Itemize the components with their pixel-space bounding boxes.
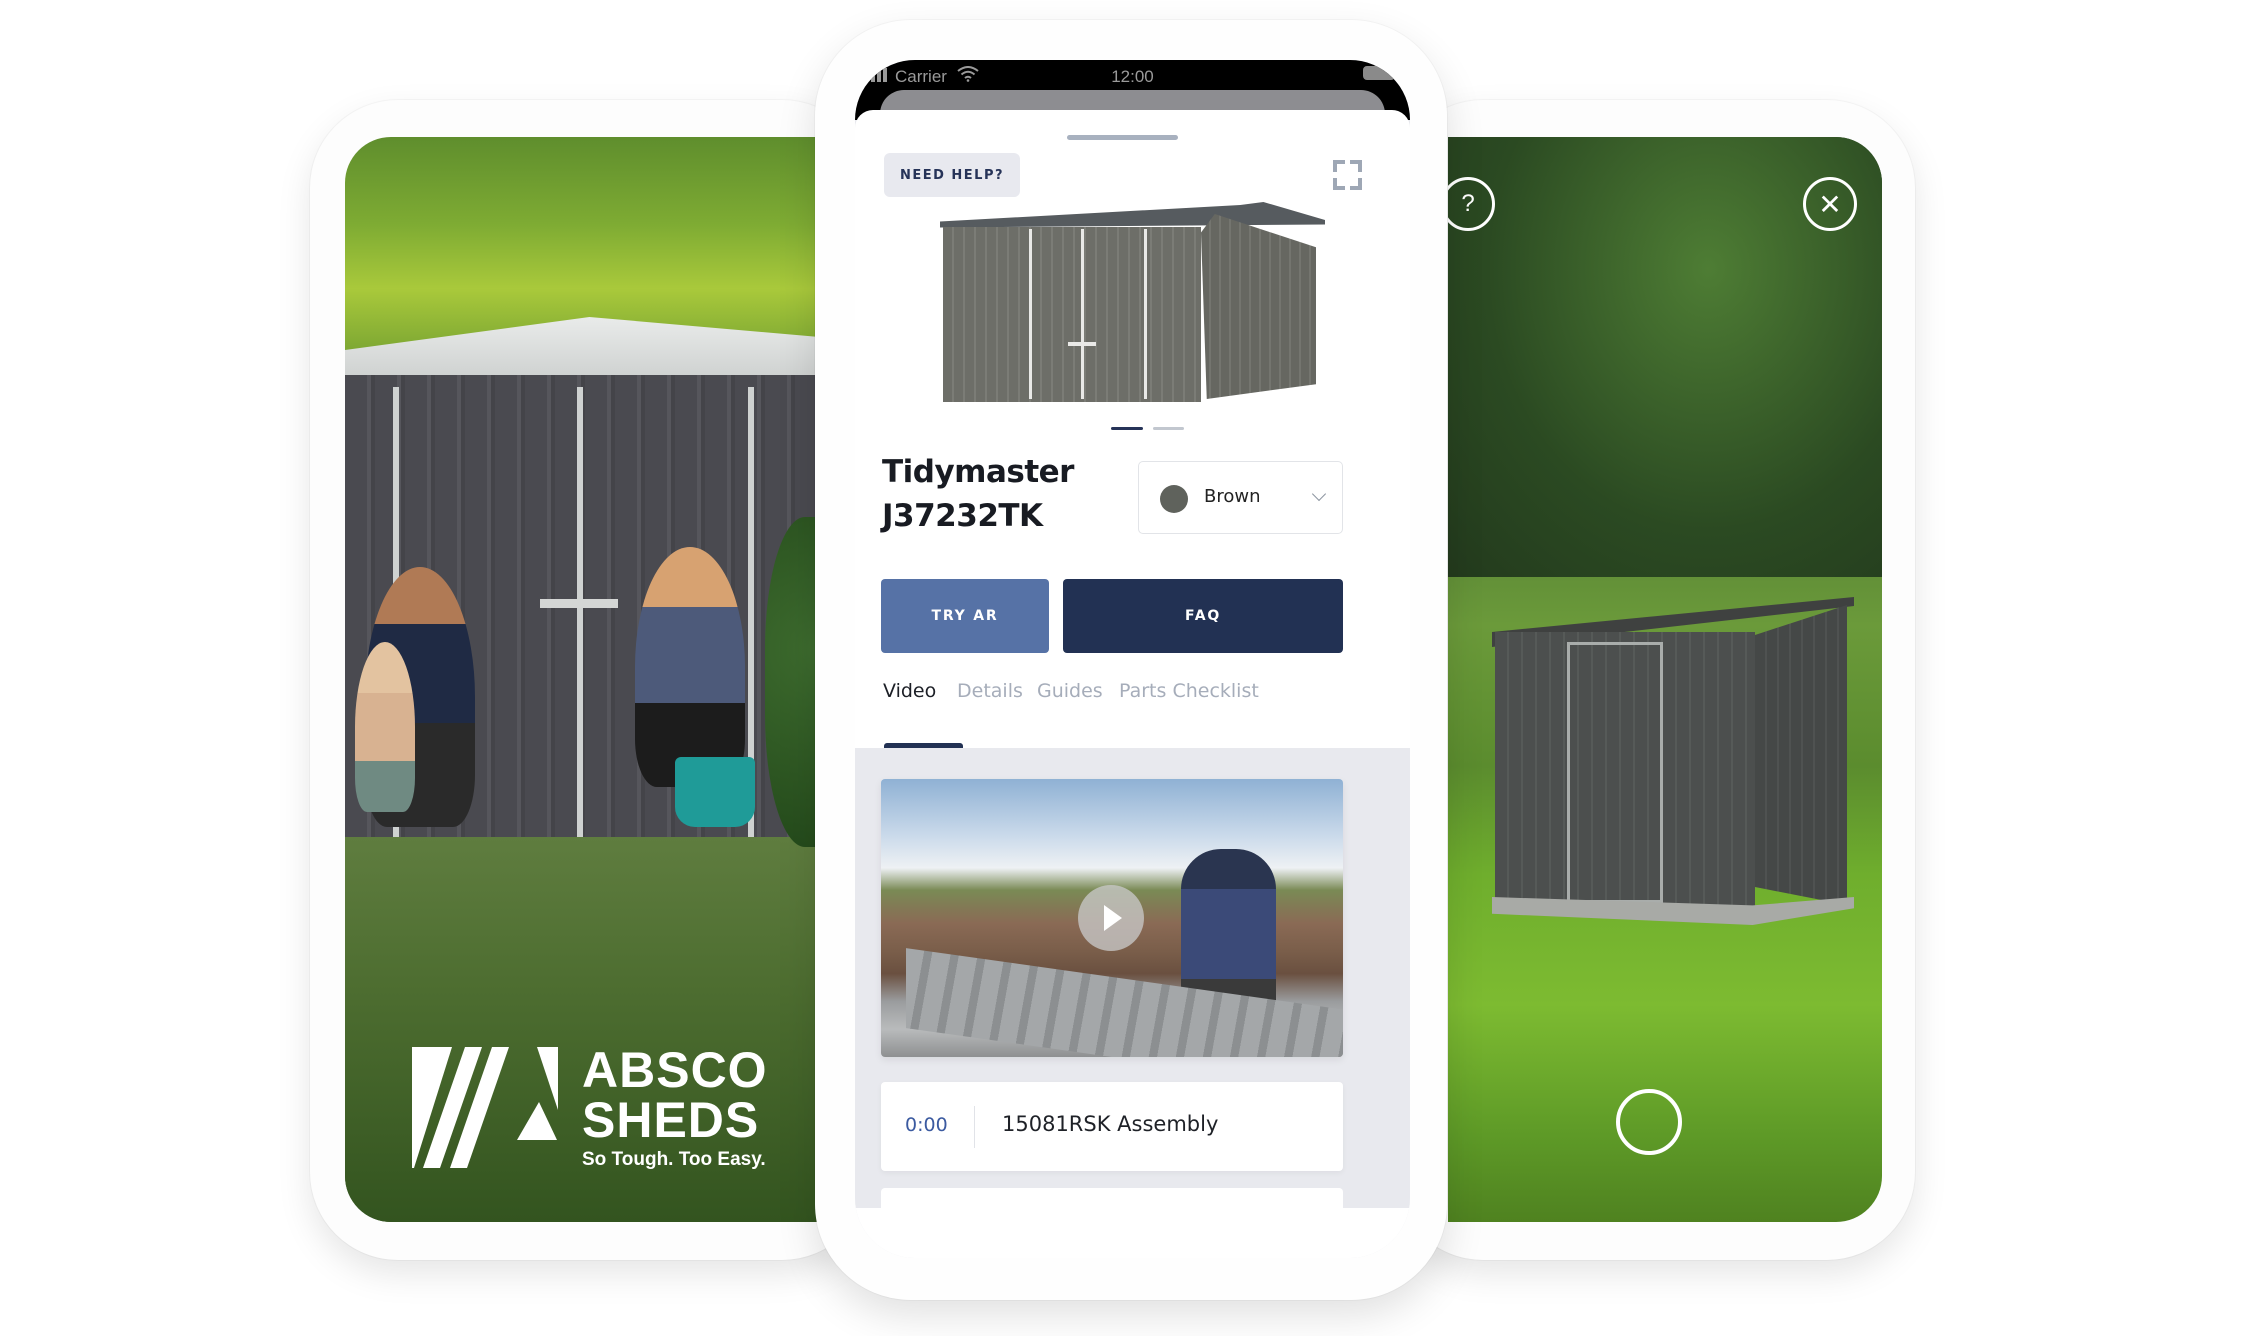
video-list-item[interactable]: 0:00 15081RSK Assembly	[881, 1082, 1343, 1171]
product-shed-handle	[1068, 342, 1096, 346]
fullscreen-icon[interactable]	[1333, 160, 1362, 190]
ar-capture-button[interactable]	[1616, 1089, 1682, 1155]
try-ar-button[interactable]: TRY AR	[881, 579, 1049, 653]
ar-shed-door	[1567, 642, 1663, 903]
product-shed-door	[1029, 229, 1147, 399]
plant-pot	[675, 757, 755, 827]
video-roof-panel	[906, 948, 1343, 1057]
battery-icon	[1363, 66, 1395, 80]
need-help-button[interactable]: NEED HELP?	[884, 153, 1020, 197]
absco-logo: ABSCO SHEDS So Tough. Too Easy.	[412, 1045, 792, 1170]
ar-shed-model[interactable]	[1492, 597, 1854, 927]
color-select[interactable]: Brown	[1138, 461, 1343, 534]
brand-line-1: ABSCO	[582, 1042, 768, 1098]
tab-parts-checklist[interactable]: Parts Checklist	[1119, 680, 1259, 702]
shed-door-handle	[540, 599, 618, 608]
brand-line-2: SHEDS	[582, 1092, 760, 1148]
tab-video[interactable]: Video	[883, 680, 936, 702]
product-shed-door-split	[1081, 229, 1084, 399]
status-time: 12:00	[1111, 67, 1154, 86]
color-swatch	[1160, 485, 1188, 513]
carousel-dot[interactable]	[1153, 427, 1184, 430]
tab-details[interactable]: Details	[957, 680, 1023, 702]
ar-camera-view	[1448, 137, 1882, 1222]
chevron-down-icon	[1311, 486, 1327, 502]
shed-roof	[345, 317, 865, 377]
person-child	[355, 642, 415, 812]
active-tab-indicator	[884, 743, 963, 748]
product-title: Tidymaster J37232TK	[882, 454, 1074, 534]
product-image[interactable]	[940, 202, 1325, 417]
video-timestamp: 0:00	[905, 1114, 948, 1136]
ar-close-button[interactable]: ✕	[1803, 177, 1857, 231]
color-select-value: Brown	[1204, 486, 1261, 507]
person-mother	[635, 547, 745, 787]
tab-guides[interactable]: Guides	[1037, 680, 1103, 702]
video-title: 15081RSK Assembly	[1002, 1112, 1219, 1136]
center-phone-screen: Carrier 12:00 NEED HELP? Tidymaster J372…	[855, 60, 1410, 1258]
shed-door-frame	[577, 387, 583, 842]
tab-bar: Video Details Guides Parts Checklist	[855, 680, 1410, 736]
carousel-dot-active[interactable]	[1111, 427, 1143, 430]
absco-logo-mark-icon	[412, 1047, 558, 1168]
video-list-item[interactable]	[881, 1188, 1343, 1248]
video-thumbnail[interactable]	[881, 779, 1343, 1057]
brand-tagline: So Tough. Too Easy.	[582, 1149, 766, 1170]
close-icon: ✕	[1818, 188, 1842, 220]
play-button[interactable]	[1078, 885, 1144, 951]
sheet-drag-handle[interactable]	[1067, 135, 1178, 140]
ar-help-button[interactable]: ?	[1441, 177, 1495, 231]
ar-shed-side	[1755, 605, 1847, 905]
question-icon: ?	[1461, 190, 1475, 217]
product-shed-side	[1201, 214, 1316, 399]
divider	[974, 1106, 975, 1148]
faq-button[interactable]: FAQ	[1063, 579, 1343, 653]
play-icon	[1104, 905, 1122, 931]
